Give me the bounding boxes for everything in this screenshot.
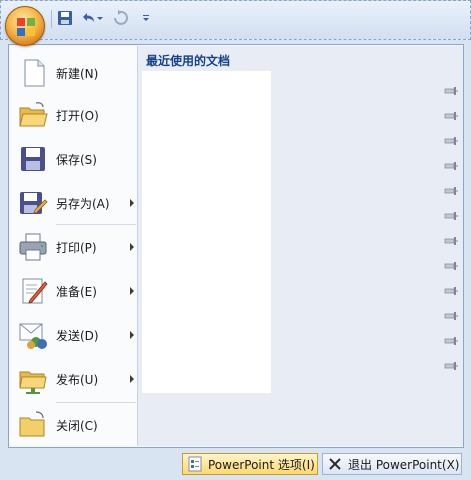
undo-dropdown-icon[interactable] xyxy=(96,9,104,27)
menu-item-open[interactable]: 打开(O) xyxy=(10,94,138,136)
submenu-arrow-icon xyxy=(130,287,134,295)
new-document-icon xyxy=(24,59,45,87)
submenu-arrow-icon xyxy=(130,199,134,207)
recent-documents-pane: 最近使用的文档 xyxy=(139,46,463,446)
pin-icon[interactable] xyxy=(444,311,458,321)
menu-item-label: 另存为(A) xyxy=(56,196,110,211)
office-button[interactable] xyxy=(5,6,45,46)
send-icon xyxy=(19,323,47,349)
submenu-arrow-icon xyxy=(130,243,134,251)
qat-separator xyxy=(51,10,52,28)
publish-icon xyxy=(19,371,47,394)
pin-icon[interactable] xyxy=(444,86,458,96)
menu-item-close[interactable]: 关闭(C) xyxy=(10,404,138,446)
quick-access-toolbar xyxy=(0,0,471,46)
menu-item-label: 发布(U) xyxy=(56,372,99,387)
pin-icon[interactable] xyxy=(444,236,458,246)
menu-item-label: 准备(E) xyxy=(56,284,97,299)
exit-powerpoint-label: 退出 PowerPoint(X) xyxy=(348,457,460,472)
menu-separator xyxy=(56,402,136,403)
submenu-arrow-icon xyxy=(130,375,134,383)
menu-item-label: 关闭(C) xyxy=(56,418,98,433)
pin-icon[interactable] xyxy=(444,111,458,121)
powerpoint-options-button[interactable]: PowerPoint 选项(I) xyxy=(182,453,318,475)
menu-item-label: 发送(D) xyxy=(56,328,99,343)
menu-item-publish[interactable]: 发布(U) xyxy=(10,358,138,400)
menu-item-send[interactable]: 发送(D) xyxy=(10,314,138,356)
save-disk-icon xyxy=(21,147,45,171)
save-as-icon xyxy=(20,192,48,214)
save-icon[interactable] xyxy=(56,9,74,27)
open-folder-icon xyxy=(19,102,48,127)
pin-icon[interactable] xyxy=(444,161,458,171)
pin-icon[interactable] xyxy=(444,211,458,221)
options-icon xyxy=(188,456,202,472)
powerpoint-options-label: PowerPoint 选项(I) xyxy=(208,457,315,472)
close-folder-icon xyxy=(19,411,45,437)
menu-item-save-as[interactable]: 另存为(A) xyxy=(10,182,138,224)
pin-icon[interactable] xyxy=(444,186,458,196)
recent-documents-title: 最近使用的文档 xyxy=(146,54,231,68)
menu-commands-pane: 新建(N) 打开(O) 保存(S) 另存为(A) 打印(P) 准备(E) 发送(… xyxy=(10,46,138,446)
menu-item-prepare[interactable]: 准备(E) xyxy=(10,270,138,312)
customize-qat-icon[interactable] xyxy=(141,9,151,27)
recent-documents-list xyxy=(142,71,271,393)
menu-item-print[interactable]: 打印(P) xyxy=(10,226,138,268)
submenu-arrow-icon xyxy=(130,331,134,339)
pin-icon[interactable] xyxy=(444,286,458,296)
pin-icon[interactable] xyxy=(444,261,458,271)
office-logo-icon xyxy=(17,18,35,36)
exit-powerpoint-button[interactable]: 退出 PowerPoint(X) xyxy=(322,453,462,475)
pin-icon[interactable] xyxy=(444,136,458,146)
pin-icon[interactable] xyxy=(444,361,458,371)
close-icon xyxy=(329,458,341,470)
prepare-icon xyxy=(22,278,48,304)
pin-icon[interactable] xyxy=(444,336,458,346)
menu-item-new[interactable]: 新建(N) xyxy=(10,52,138,94)
printer-icon xyxy=(19,233,47,261)
office-menu: 新建(N) 打开(O) 保存(S) 另存为(A) 打印(P) 准备(E) 发送(… xyxy=(8,44,464,448)
menu-item-label: 新建(N) xyxy=(56,66,99,81)
menu-item-label: 打开(O) xyxy=(56,108,99,123)
undo-icon[interactable] xyxy=(79,9,97,27)
menu-separator xyxy=(56,224,136,225)
menu-item-label: 打印(P) xyxy=(56,240,97,255)
menu-item-label: 保存(S) xyxy=(56,152,97,167)
menu-item-save[interactable]: 保存(S) xyxy=(10,138,138,180)
redo-icon[interactable] xyxy=(111,9,129,27)
